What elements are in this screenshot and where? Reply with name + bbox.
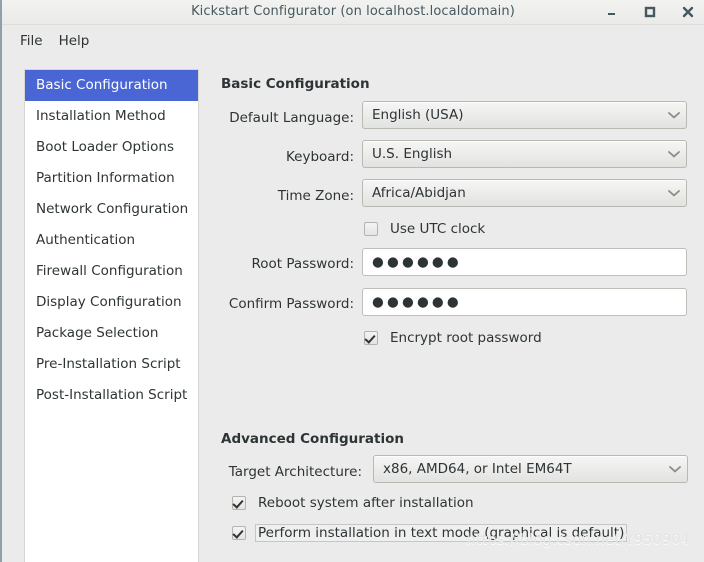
maximize-icon[interactable] (642, 4, 658, 20)
chevron-down-icon (662, 189, 686, 197)
confirm-password-input[interactable]: ●●●●●● (362, 288, 687, 316)
keyboard-combobox[interactable]: U.S. English (362, 140, 687, 168)
time-zone-combobox[interactable]: Africa/Abidjan (362, 179, 687, 207)
sidebar-item-installation-method[interactable]: Installation Method (25, 101, 198, 132)
checkbox-box (364, 331, 378, 345)
sidebar-item-display-configuration[interactable]: Display Configuration (25, 287, 198, 318)
sidebar-item-authentication[interactable]: Authentication (25, 225, 198, 256)
advanced-configuration-heading: Advanced Configuration (221, 431, 404, 447)
time-zone-value: Africa/Abidjan (372, 185, 466, 201)
checkbox-box (232, 496, 246, 510)
checkbox-box (232, 526, 246, 540)
chevron-down-icon (662, 111, 686, 119)
target-architecture-label: Target Architecture: (228, 464, 362, 480)
menu-item-file[interactable]: File (12, 30, 51, 52)
title-bar: Kickstart Configurator (on localhost.loc… (2, 0, 704, 25)
sidebar-item-network-configuration[interactable]: Network Configuration (25, 194, 198, 225)
use-utc-clock-label: Use UTC clock (390, 221, 486, 237)
window-title: Kickstart Configurator (on localhost.loc… (191, 4, 515, 19)
chevron-down-icon (662, 150, 686, 158)
navigation-list: Basic Configuration Installation Method … (24, 69, 199, 562)
confirm-password-value: ●●●●●● (372, 294, 462, 310)
default-language-combobox[interactable]: English (USA) (362, 101, 687, 129)
time-zone-label: Time Zone: (277, 188, 354, 204)
sidebar-item-boot-loader-options[interactable]: Boot Loader Options (25, 132, 198, 163)
use-utc-clock-checkbox[interactable]: Use UTC clock (364, 220, 488, 238)
keyboard-value: U.S. English (372, 146, 453, 162)
default-language-label: Default Language: (229, 110, 354, 126)
target-architecture-value: x86, AMD64, or Intel EM64T (383, 461, 572, 477)
sidebar-item-partition-information[interactable]: Partition Information (25, 163, 198, 194)
text-mode-installation-label: Perform installation in text mode (graph… (255, 524, 628, 542)
root-password-input[interactable]: ●●●●●● (362, 248, 687, 276)
window-controls (604, 0, 696, 24)
target-architecture-combobox[interactable]: x86, AMD64, or Intel EM64T (373, 455, 688, 483)
text-mode-installation-checkbox[interactable]: Perform installation in text mode (graph… (232, 524, 628, 542)
sidebar-item-package-selection[interactable]: Package Selection (25, 318, 198, 349)
encrypt-root-password-label: Encrypt root password (390, 330, 542, 346)
menu-item-help[interactable]: Help (51, 30, 98, 52)
root-password-value: ●●●●●● (372, 254, 462, 270)
sidebar-item-firewall-configuration[interactable]: Firewall Configuration (25, 256, 198, 287)
window-body: Basic Configuration Installation Method … (2, 57, 704, 562)
sidebar-item-basic-configuration[interactable]: Basic Configuration (25, 70, 198, 101)
close-icon[interactable] (680, 4, 696, 20)
default-language-value: English (USA) (372, 107, 464, 123)
configuration-pane: Basic Configuration Default Language: En… (207, 57, 704, 562)
sidebar-item-pre-installation-script[interactable]: Pre-Installation Script (25, 349, 198, 380)
chevron-down-icon (663, 465, 687, 473)
reboot-after-installation-label: Reboot system after installation (258, 495, 474, 511)
root-password-label: Root Password: (251, 256, 354, 272)
checkbox-box (364, 222, 378, 236)
application-window: Kickstart Configurator (on localhost.loc… (0, 0, 704, 562)
reboot-after-installation-checkbox[interactable]: Reboot system after installation (232, 494, 477, 512)
encrypt-root-password-checkbox[interactable]: Encrypt root password (364, 329, 545, 347)
basic-configuration-heading: Basic Configuration (221, 76, 370, 92)
menu-bar: File Help (2, 25, 704, 57)
confirm-password-label: Confirm Password: (228, 296, 354, 312)
minimize-icon[interactable] (604, 4, 620, 20)
sidebar-item-post-installation-script[interactable]: Post-Installation Script (25, 380, 198, 411)
keyboard-label: Keyboard: (285, 149, 354, 165)
